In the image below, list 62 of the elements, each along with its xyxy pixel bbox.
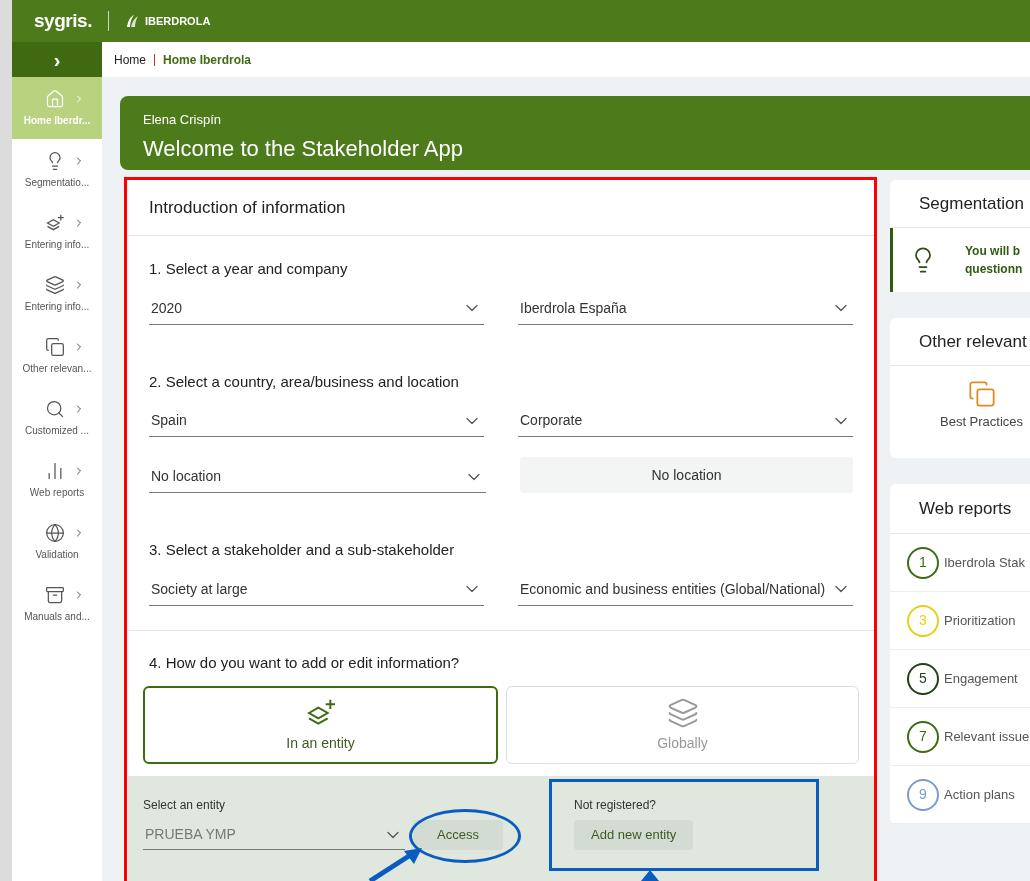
sidebar-item[interactable]: Validation xyxy=(12,511,102,573)
archive-box-icon xyxy=(45,584,65,605)
field-label: Select an entity xyxy=(143,797,227,814)
brand-name: IBERDROLA xyxy=(144,13,211,29)
report-link[interactable]: 7 Relevant issue xyxy=(890,708,1030,766)
layers-plus-icon xyxy=(45,212,65,233)
layers-icon xyxy=(45,274,65,295)
section-heading: 2. Select a country, area/business and location xyxy=(149,371,460,392)
card-title: Other relevant xyxy=(919,330,1027,353)
best-practices-link[interactable]: Best Practices xyxy=(940,380,1024,432)
section-heading: 4. How do you want to add or edit information? xyxy=(149,652,461,673)
stacked-windows-icon xyxy=(45,336,65,357)
report-link[interactable]: 5 Engagement xyxy=(890,650,1030,708)
home-icon xyxy=(45,88,65,109)
section-heading: 1. Select a year and company xyxy=(149,259,349,279)
field-label: Not registered? xyxy=(574,797,658,814)
entity-dropdown[interactable]: PRUEBA YMP xyxy=(143,820,405,850)
report-link[interactable]: 9 Action plans xyxy=(890,766,1030,824)
report-link[interactable]: 1 Iberdrola Stak xyxy=(890,534,1030,592)
dropdown-field[interactable]: Economic and business entities (Global/National) xyxy=(518,573,853,606)
notice-text: You will b xyxy=(965,243,1022,260)
search-icon xyxy=(45,398,65,419)
report-number: 1 xyxy=(907,546,939,579)
sidebar-item[interactable]: Entering info... xyxy=(12,201,102,263)
dropdown-field[interactable]: Society at large xyxy=(149,573,484,606)
layers-icon xyxy=(666,696,699,729)
dropdown-field[interactable]: Spain xyxy=(149,405,484,437)
dropdown-field[interactable]: 2020 xyxy=(149,292,484,325)
notice-text: questionn xyxy=(965,261,1023,278)
dropdown-field[interactable]: No location xyxy=(149,461,486,493)
card-title: Web reports xyxy=(919,497,1012,520)
app-logo: sygris. xyxy=(34,8,92,33)
breadcrumb-link[interactable]: Home xyxy=(114,50,146,69)
add-entity-button[interactable]: Add new entity xyxy=(574,820,694,850)
sidebar-item[interactable]: Other relevan... xyxy=(12,325,102,387)
sidebar-toggle[interactable]: › xyxy=(12,42,102,77)
dropdown-field[interactable]: Corporate xyxy=(518,405,853,437)
sidebar-item[interactable]: Entering info... xyxy=(12,263,102,325)
report-link[interactable]: 3 Prioritization xyxy=(890,592,1030,650)
location-box: No location xyxy=(520,457,853,493)
pointer-arrow xyxy=(366,846,424,881)
report-number: 5 xyxy=(907,662,939,695)
report-number: 3 xyxy=(907,604,939,637)
stacked-windows-icon xyxy=(967,380,996,408)
sidebar-item[interactable]: Segmentatio... xyxy=(12,139,102,201)
access-button[interactable]: Access xyxy=(413,820,503,850)
user-name: Elena Crispín xyxy=(143,111,223,129)
report-number: 7 xyxy=(907,720,939,753)
sidebar-item[interactable]: Web reports xyxy=(12,449,102,511)
card-title: Introduction of information xyxy=(149,196,346,219)
globe-icon xyxy=(45,522,65,543)
pointer-arrow xyxy=(641,870,659,881)
report-number: 9 xyxy=(907,778,939,811)
sidebar-item[interactable]: Customized ... xyxy=(12,387,102,449)
mode-option[interactable]: In an entity xyxy=(143,686,498,764)
banner-title: Welcome to the Stakeholder App xyxy=(143,134,464,163)
sidebar-item[interactable]: Manuals and... xyxy=(12,573,102,635)
card-title: Segmentation xyxy=(919,192,1024,215)
breadcrumb-link[interactable]: Home Iberdrola xyxy=(163,50,252,69)
dropdown-field[interactable]: Iberdrola España xyxy=(518,292,853,325)
leaf-logo-icon xyxy=(124,13,141,29)
section-heading: 3. Select a stakeholder and a sub-stakeholder xyxy=(149,540,456,560)
